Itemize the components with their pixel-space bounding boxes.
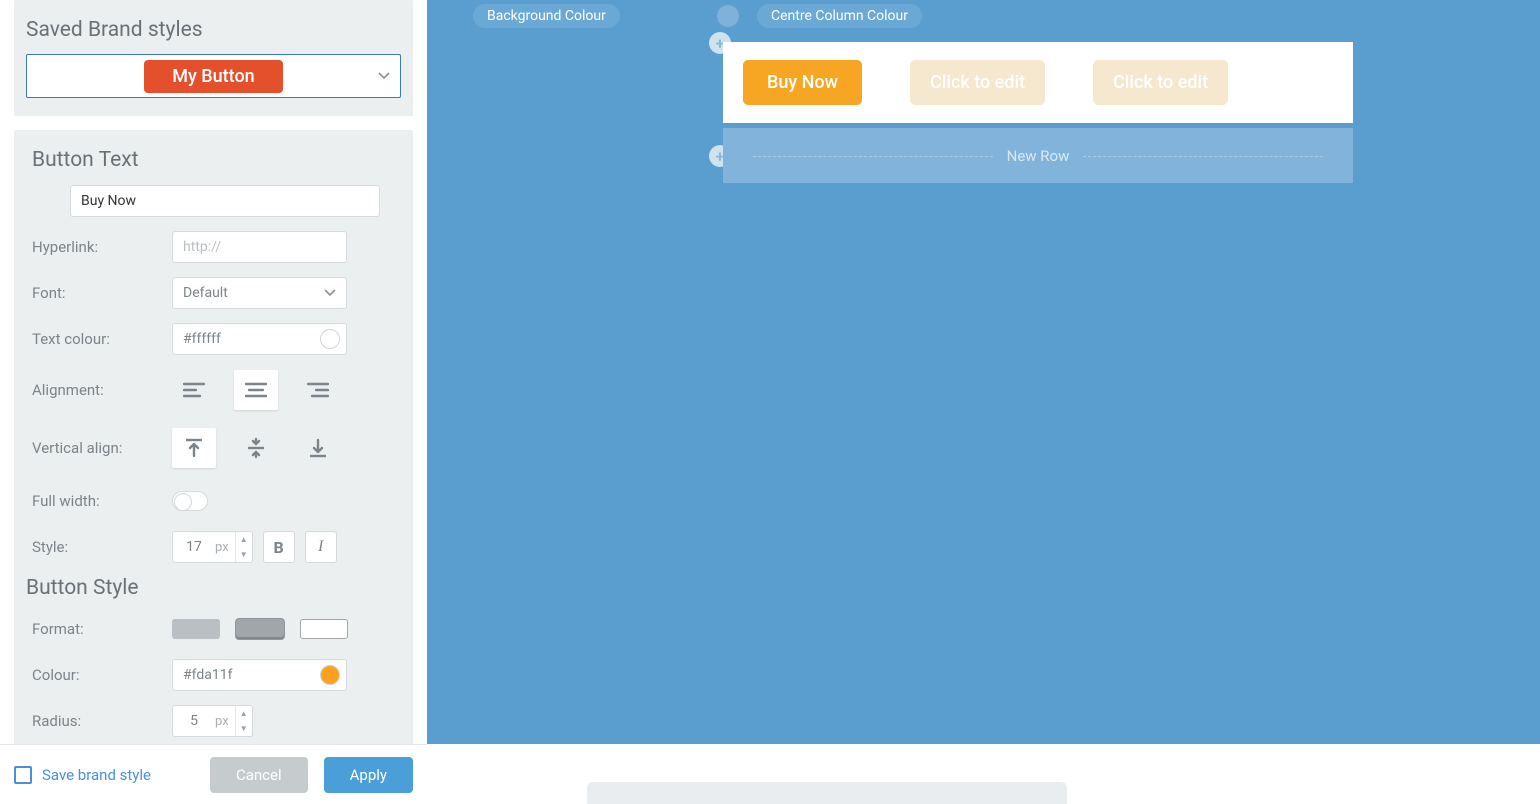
- style-label: Style:: [32, 538, 172, 556]
- format-flat-button[interactable]: [172, 619, 220, 639]
- font-size-value: 17: [173, 539, 215, 555]
- full-width-toggle[interactable]: [172, 491, 208, 511]
- align-left-icon: [183, 381, 205, 399]
- valign-middle-icon: [245, 437, 267, 459]
- align-center-button[interactable]: [234, 370, 278, 410]
- align-left-button[interactable]: [172, 370, 216, 410]
- properties-panel: Saved Brand styles My Button Button Text…: [0, 0, 427, 804]
- radius-label: Radius:: [32, 712, 172, 730]
- alignment-label: Alignment:: [32, 381, 172, 399]
- down-icon[interactable]: ▼: [236, 547, 252, 562]
- up-icon[interactable]: ▲: [236, 532, 252, 547]
- bold-button[interactable]: B: [263, 531, 295, 563]
- button-text-title: Button Text: [32, 148, 401, 172]
- placeholder-button-2[interactable]: Click to edit: [1093, 60, 1228, 105]
- align-right-button[interactable]: [296, 370, 340, 410]
- content-row[interactable]: Buy Now Click to edit Click to edit: [723, 42, 1353, 123]
- bottom-tray: [587, 782, 1067, 804]
- format-outline-button[interactable]: [300, 619, 348, 639]
- brand-style-select[interactable]: My Button: [26, 54, 401, 98]
- saved-brand-title: Saved Brand styles: [26, 18, 401, 42]
- save-brand-label: Save brand style: [42, 766, 194, 784]
- brand-style-preview: My Button: [144, 60, 282, 93]
- button-style-title: Button Style: [26, 576, 401, 600]
- centre-column-tag[interactable]: Centre Column Colour: [757, 4, 922, 28]
- buy-now-button[interactable]: Buy Now: [743, 60, 862, 105]
- font-size-stepper[interactable]: 17 px ▲▼: [172, 531, 253, 563]
- radius-stepper[interactable]: 5 px ▲▼: [172, 705, 253, 737]
- text-colour-swatch: [320, 329, 340, 349]
- format-raised-button[interactable]: [236, 619, 284, 639]
- button-text-card: Button Text Hyperlink: Font: Default: [14, 130, 413, 744]
- down-icon[interactable]: ▼: [236, 721, 252, 736]
- font-size-unit: px: [215, 540, 235, 555]
- font-label: Font:: [32, 284, 172, 302]
- cancel-button[interactable]: Cancel: [210, 757, 308, 793]
- colour-input[interactable]: #fda11f: [172, 659, 347, 691]
- dash-left: [753, 156, 993, 157]
- saved-brand-card: Saved Brand styles My Button: [14, 0, 413, 116]
- font-select-value: Default: [183, 285, 228, 301]
- button-text-input[interactable]: [70, 185, 380, 217]
- vertical-align-label: Vertical align:: [32, 439, 172, 457]
- full-width-label: Full width:: [32, 492, 172, 510]
- valign-bottom-icon: [307, 437, 329, 459]
- valign-top-button[interactable]: [172, 428, 216, 468]
- valign-middle-button[interactable]: [234, 428, 278, 468]
- align-center-icon: [245, 381, 267, 399]
- colour-label: Colour:: [32, 666, 172, 684]
- placeholder-button-1[interactable]: Click to edit: [910, 60, 1045, 105]
- italic-button[interactable]: I: [305, 531, 337, 563]
- radius-unit: px: [215, 714, 235, 729]
- dash-right: [1083, 156, 1323, 157]
- font-select[interactable]: Default: [172, 277, 347, 309]
- valign-bottom-button[interactable]: [296, 428, 340, 468]
- save-brand-checkbox[interactable]: [14, 766, 32, 784]
- new-row-label: New Row: [1007, 147, 1070, 165]
- up-icon[interactable]: ▲: [236, 706, 252, 721]
- hyperlink-input[interactable]: [172, 231, 347, 263]
- align-right-icon: [307, 381, 329, 399]
- text-colour-value: #ffffff: [183, 331, 221, 347]
- chevron-down-icon: [324, 289, 336, 297]
- apply-button[interactable]: Apply: [324, 757, 413, 793]
- column-handle[interactable]: [717, 5, 739, 27]
- new-row-strip[interactable]: New Row: [723, 128, 1353, 183]
- hyperlink-label: Hyperlink:: [32, 238, 172, 256]
- panel-footer: Save brand style Cancel Apply: [0, 744, 427, 804]
- text-colour-input[interactable]: #ffffff: [172, 323, 347, 355]
- background-colour-tag[interactable]: Background Colour: [473, 4, 620, 28]
- chevron-down-icon: [378, 65, 390, 84]
- text-colour-label: Text colour:: [32, 330, 172, 348]
- format-label: Format:: [32, 620, 172, 638]
- colour-value: #fda11f: [183, 667, 232, 683]
- canvas: Background Colour Centre Column Colour +…: [427, 0, 1540, 744]
- valign-top-icon: [183, 437, 205, 459]
- radius-value: 5: [173, 713, 215, 729]
- colour-swatch: [320, 665, 340, 685]
- panel-scroll: Saved Brand styles My Button Button Text…: [0, 0, 427, 744]
